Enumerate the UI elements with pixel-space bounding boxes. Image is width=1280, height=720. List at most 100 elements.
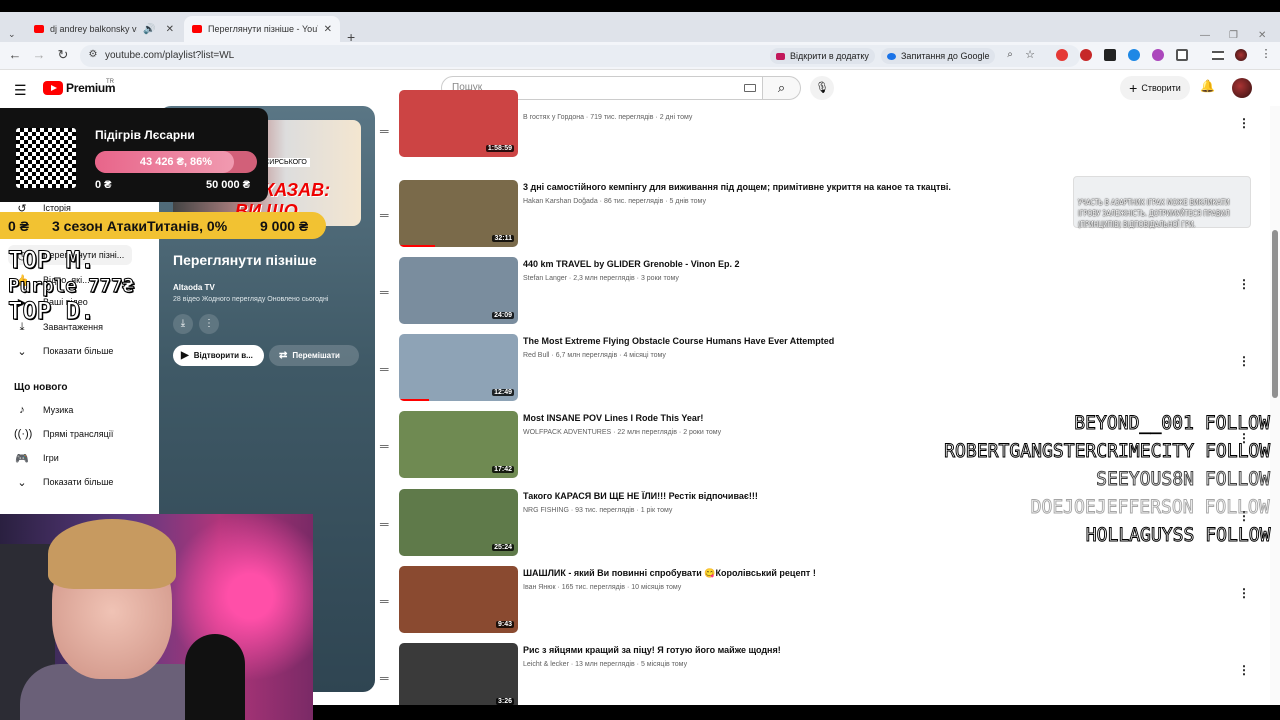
extension-icon[interactable] bbox=[1128, 49, 1140, 61]
video-title[interactable]: Рис з яйцями кращий за піцу! Я готую йог… bbox=[523, 645, 1063, 655]
sidebar-item-gaming[interactable]: 🎮 Ігри bbox=[14, 448, 59, 468]
tab-title: dj andrey balkonsky vs dj d bbox=[50, 24, 137, 34]
forward-icon[interactable]: → bbox=[31, 47, 47, 62]
menu-hamburger-icon[interactable]: ☰ bbox=[14, 82, 27, 99]
video-thumbnail[interactable]: 24:09 bbox=[399, 257, 518, 324]
extension-icon[interactable] bbox=[1080, 49, 1092, 61]
more-vertical-icon[interactable]: ⋮ bbox=[1238, 116, 1250, 130]
sidebar-item-label: Музика bbox=[43, 405, 74, 415]
browser-menu-icon[interactable]: ⋮ bbox=[1258, 47, 1274, 60]
close-tab-icon[interactable]: ✕ bbox=[324, 24, 332, 35]
sidebar-item-show-more[interactable]: ⌄ Показати більше bbox=[14, 341, 113, 361]
drag-handle-icon[interactable]: ═ bbox=[380, 124, 389, 138]
notifications-bell-icon[interactable]: 🔔 bbox=[1200, 79, 1215, 93]
video-channel[interactable]: Red Bull bbox=[523, 352, 549, 359]
close-tab-icon[interactable]: ✕ bbox=[166, 24, 174, 35]
shuffle-button[interactable]: ⇄ Перемішати bbox=[269, 345, 359, 366]
open-in-app-button[interactable]: Відкрити в додатку bbox=[770, 48, 875, 64]
minimize-icon[interactable]: — bbox=[1200, 30, 1210, 41]
playlist-owner[interactable]: Altaoda TV bbox=[173, 283, 215, 292]
video-channel[interactable]: Leicht & lecker bbox=[523, 661, 569, 668]
video-thumbnail[interactable]: 3:26 bbox=[399, 643, 518, 710]
browser-tab-active[interactable]: Переглянути пізніше - YouTub ✕ bbox=[184, 16, 340, 42]
reload-icon[interactable]: ↻ bbox=[55, 47, 71, 63]
video-views: 22 млн переглядів bbox=[617, 429, 677, 436]
video-thumbnail[interactable]: 17:42 bbox=[399, 411, 518, 478]
close-window-icon[interactable]: ✕ bbox=[1258, 30, 1266, 41]
tab-search-icon[interactable]: ⌄ bbox=[8, 29, 16, 40]
playlist-video-row[interactable]: ═ 9:43 ШАШЛИК - який Ви повинні спробувати… bbox=[380, 566, 1260, 638]
more-vertical-icon[interactable]: ⋮ bbox=[1238, 586, 1250, 600]
video-duration: 25:24 bbox=[492, 544, 514, 551]
video-channel[interactable]: Hakan Karshan Doğada bbox=[523, 198, 598, 205]
video-duration: 9:43 bbox=[495, 621, 514, 628]
zoom-icon[interactable]: ⌕ bbox=[1002, 49, 1018, 60]
video-title[interactable]: 3 дні самостійного кемпінгу для виживанн… bbox=[523, 182, 1063, 192]
drag-handle-icon[interactable]: ═ bbox=[380, 362, 389, 376]
sidebar-item-live[interactable]: ((·)) Прямі трансляції bbox=[14, 424, 113, 444]
download-playlist-button[interactable]: ⤓ bbox=[173, 314, 193, 334]
drag-handle-icon[interactable]: ═ bbox=[380, 517, 389, 531]
extension-icon[interactable] bbox=[1152, 49, 1164, 61]
account-avatar[interactable] bbox=[1232, 78, 1252, 98]
keyboard-icon[interactable] bbox=[744, 84, 756, 92]
address-bar[interactable]: ⚙ youtube.com/playlist?list=WL Відкрити … bbox=[80, 45, 1080, 67]
download-icon: ⤓ bbox=[180, 318, 186, 329]
extension-icon[interactable] bbox=[1104, 49, 1116, 61]
sidebar-item-music[interactable]: ♪ Музика bbox=[14, 400, 73, 420]
video-thumbnail[interactable]: 12:49 bbox=[399, 334, 518, 401]
video-title[interactable]: ШАШЛИК - який Ви повинні спробувати 😋Кор… bbox=[523, 568, 1063, 579]
speaker-icon[interactable]: 🔊 bbox=[143, 24, 155, 35]
playlist-video-row[interactable]: ═ 1:58:59 В гостях у Гордона · 719 тис. пе… bbox=[380, 90, 1260, 168]
video-channel[interactable]: В гостях у Гордона bbox=[523, 114, 584, 121]
video-thumbnail[interactable]: 1:58:59 bbox=[399, 90, 518, 157]
reading-list-icon[interactable] bbox=[1212, 51, 1224, 60]
scrollbar-thumb[interactable] bbox=[1272, 230, 1278, 398]
browser-tab[interactable]: dj andrey balkonsky vs dj d 🔊 ✕ bbox=[26, 16, 182, 42]
video-thumbnail[interactable]: 25:24 bbox=[399, 489, 518, 556]
video-channel[interactable]: NRG FISHING bbox=[523, 507, 569, 514]
bookmark-star-icon[interactable]: ☆ bbox=[1022, 48, 1038, 61]
extension-icon[interactable] bbox=[1056, 49, 1068, 61]
ask-google-button[interactable]: Запитання до Google bbox=[881, 48, 996, 64]
video-title[interactable]: 440 km TRAVEL by GLIDER Grenoble - Vinon… bbox=[523, 259, 1063, 269]
site-info-icon[interactable]: ⚙ bbox=[85, 49, 101, 60]
follow-alert: SEEYOUS8N FOLLOW bbox=[1096, 468, 1271, 491]
back-icon[interactable]: ← bbox=[7, 47, 23, 62]
video-duration: 12:49 bbox=[492, 389, 514, 396]
video-thumbnail[interactable]: 32:11 bbox=[399, 180, 518, 247]
video-title[interactable]: Такого КАРАСЯ ВИ ЩЕ НЕ ЇЛИ!!! Рестік від… bbox=[523, 491, 1063, 501]
follow-alert: ROBERTGANGSTERCRIMECITY FOLLOW bbox=[943, 440, 1271, 463]
more-vertical-icon[interactable]: ⋮ bbox=[1238, 663, 1250, 677]
video-channel[interactable]: WOLFPACK ADVENTURES bbox=[523, 429, 611, 436]
drag-handle-icon[interactable]: ═ bbox=[380, 208, 389, 222]
profile-avatar-icon[interactable] bbox=[1235, 49, 1247, 61]
top-day-label: TOP D. bbox=[8, 297, 96, 326]
more-vertical-icon[interactable]: ⋮ bbox=[1238, 354, 1250, 368]
playlist-video-row[interactable]: ═ 12:49 The Most Extreme Flying Obstacle C… bbox=[380, 334, 1260, 406]
youtube-favicon-icon bbox=[192, 25, 202, 33]
sidebar-item-show-more[interactable]: ⌄ Показати більше bbox=[14, 472, 113, 492]
video-duration: 17:42 bbox=[492, 466, 514, 473]
video-channel[interactable]: Іван Янюк bbox=[523, 584, 556, 591]
shuffle-label: Перемішати bbox=[292, 351, 340, 360]
drag-handle-icon[interactable]: ═ bbox=[380, 594, 389, 608]
video-meta: Red Bull · 6,7 млн переглядів · 4 місяці… bbox=[523, 352, 666, 359]
video-thumbnail[interactable]: 9:43 bbox=[399, 566, 518, 633]
playlist-more-button[interactable]: ⋮ bbox=[199, 314, 219, 334]
drag-handle-icon[interactable]: ═ bbox=[380, 439, 389, 453]
drag-handle-icon[interactable]: ═ bbox=[380, 671, 389, 685]
video-channel[interactable]: Stefan Langer bbox=[523, 275, 567, 282]
extensions-puzzle-icon[interactable] bbox=[1176, 49, 1188, 61]
maximize-icon[interactable]: ❐ bbox=[1229, 30, 1238, 41]
video-meta: NRG FISHING · 93 тис. переглядів · 1 рік… bbox=[523, 507, 673, 514]
playlist-video-row[interactable]: ═ 24:09 440 km TRAVEL by GLIDER Grenoble -… bbox=[380, 257, 1260, 329]
donation-progress-label: 43 426 ₴, 86% bbox=[139, 156, 213, 168]
more-vertical-icon[interactable]: ⋮ bbox=[1238, 277, 1250, 291]
video-title[interactable]: Most INSANE POV Lines I Rode This Year! bbox=[523, 413, 1063, 423]
video-title[interactable]: The Most Extreme Flying Obstacle Course … bbox=[523, 336, 1063, 346]
scrollbar[interactable] bbox=[1270, 106, 1280, 720]
youtube-logo-icon[interactable] bbox=[43, 81, 63, 95]
play-all-button[interactable]: ▶ Відтворити в... bbox=[173, 345, 264, 366]
drag-handle-icon[interactable]: ═ bbox=[380, 285, 389, 299]
